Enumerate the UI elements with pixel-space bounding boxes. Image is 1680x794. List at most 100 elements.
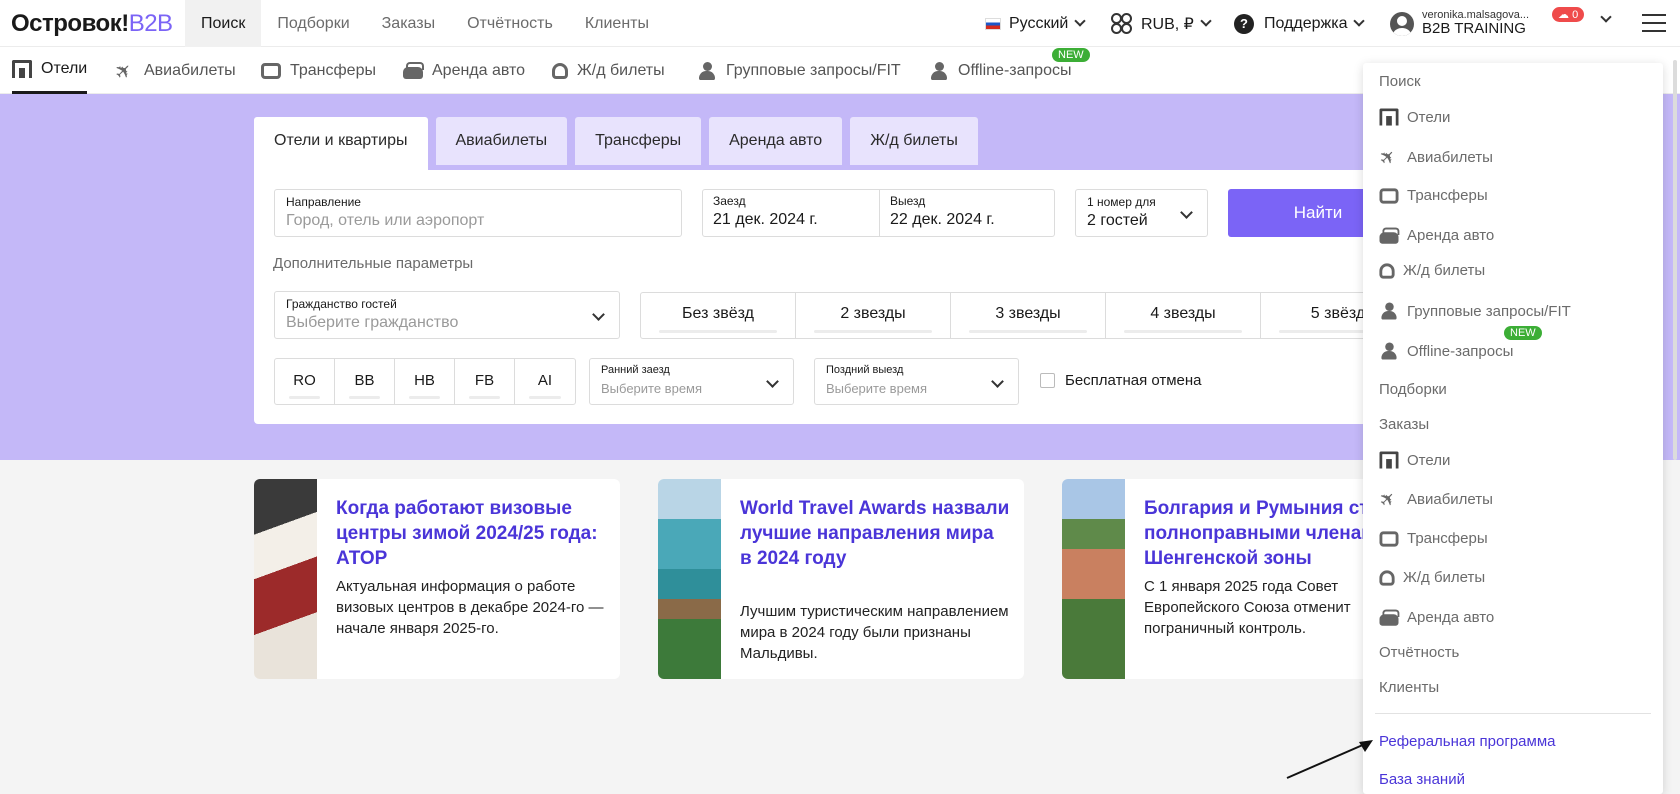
meal-bb[interactable]: BB: [335, 359, 395, 404]
subnav-trains[interactable]: Ж/д билеты: [552, 47, 665, 94]
currency-selector[interactable]: RUB, ₽: [1111, 0, 1212, 47]
stars-4[interactable]: 4 звезды: [1106, 293, 1261, 338]
menu-search-flights[interactable]: Авиабилеты: [1379, 148, 1493, 166]
subnav-group-requests[interactable]: Групповые запросы/FIT: [697, 47, 901, 94]
subnav-hotels[interactable]: Отели: [12, 47, 88, 94]
menu-search-car-rental[interactable]: Аренда авто: [1379, 227, 1494, 244]
checkout-field[interactable]: Выезд 22 дек. 2024 г.: [879, 189, 1055, 237]
chevron-down-icon: [1353, 15, 1366, 27]
article-title[interactable]: World Travel Awards назвали лучшие напра…: [740, 496, 1010, 571]
direction-label: Направление: [286, 195, 361, 209]
stars-none[interactable]: Без звёзд: [641, 293, 796, 338]
nav-reports[interactable]: Отчётность: [451, 0, 569, 47]
tab-flights[interactable]: Авиабилеты: [435, 117, 568, 165]
logo[interactable]: Островок!B2B: [11, 10, 173, 38]
new-badge: NEW: [1052, 48, 1090, 62]
subnav-transfers[interactable]: Трансферы: [261, 47, 376, 94]
early-checkin-select[interactable]: Ранний заезд Выберите время: [589, 358, 794, 405]
article-card[interactable]: Когда работают визовые центры зимой 2024…: [254, 479, 620, 679]
hamburger-menu-icon[interactable]: [1642, 14, 1666, 32]
menu-referral-link[interactable]: Реферальная программа: [1379, 733, 1555, 750]
stars-2[interactable]: 2 звезды: [796, 293, 951, 338]
hotel-icon: [12, 60, 32, 78]
menu-clients[interactable]: Клиенты: [1379, 679, 1439, 696]
checkin-field[interactable]: Заезд 21 дек. 2024 г.: [702, 189, 878, 237]
early-checkin-label: Ранний заезд: [601, 364, 670, 376]
meal-ai[interactable]: AI: [515, 359, 575, 404]
free-cancellation-label: Бесплатная отмена: [1065, 372, 1202, 389]
chevron-down-icon: [1200, 15, 1212, 27]
article-text: Актуальная информация о работе визовых ц…: [336, 578, 604, 637]
car-icon: [1379, 227, 1400, 244]
nav-collections[interactable]: Подборки: [261, 0, 365, 47]
menu-search-header[interactable]: Поиск: [1379, 73, 1421, 90]
guests-label: 1 номер для: [1087, 195, 1156, 209]
menu-orders-transfers[interactable]: Трансферы: [1379, 530, 1488, 547]
nav-orders[interactable]: Заказы: [366, 0, 451, 47]
menu-item-label: Авиабилеты: [1407, 148, 1493, 166]
new-badge: NEW: [1504, 326, 1542, 340]
stars-filter: Без звёзд 2 звезды 3 звезды 4 звезды 5 з…: [640, 292, 1417, 339]
car-icon: [403, 61, 424, 79]
tab-car-rental[interactable]: Аренда авто: [709, 117, 843, 165]
menu-orders-car-rental[interactable]: Аренда авто: [1379, 609, 1494, 626]
support-menu[interactable]: ? Поддержка: [1234, 0, 1366, 47]
menu-item-label: Отели: [1407, 451, 1451, 469]
menu-collections[interactable]: Подборки: [1379, 381, 1447, 398]
menu-item-label: Авиабилеты: [1407, 490, 1493, 508]
meal-hb[interactable]: HB: [395, 359, 455, 404]
user-menu[interactable]: veronika.malsagova... B2B TRAINING: [1390, 0, 1529, 47]
checkbox[interactable]: [1040, 373, 1055, 388]
search-tabs: Отели и квартиры Авиабилеты Трансферы Ар…: [254, 117, 986, 170]
article-image: [1062, 479, 1125, 679]
chevron-down-icon: [592, 308, 605, 321]
subnav-label: Аренда авто: [432, 61, 526, 79]
currency-label: RUB, ₽: [1141, 15, 1194, 33]
chevron-down-icon[interactable]: [1600, 11, 1612, 23]
tab-transfers[interactable]: Трансферы: [575, 117, 702, 165]
menu-orders-header[interactable]: Заказы: [1379, 416, 1429, 433]
subnav-car-rental[interactable]: Аренда авто: [403, 47, 525, 94]
citizenship-placeholder: Выберите гражданство: [286, 314, 459, 331]
language-selector[interactable]: Русский: [985, 0, 1087, 47]
subnav-offline-requests[interactable]: Offline-запросы: [929, 47, 1071, 94]
menu-item-label: Групповые запросы/FIT: [1407, 302, 1571, 320]
subnav-label: Групповые запросы/FIT: [726, 61, 901, 79]
checkin-label: Заезд: [713, 194, 746, 208]
menu-search-hotels[interactable]: Отели: [1379, 108, 1450, 126]
tab-trains[interactable]: Ж/д билеты: [850, 117, 978, 165]
help-icon: ?: [1234, 13, 1254, 34]
language-label: Русский: [1009, 14, 1069, 32]
citizenship-select[interactable]: Гражданство гостей Выберите гражданство: [274, 291, 620, 339]
subnav-flights[interactable]: Авиабилеты: [115, 47, 236, 94]
menu-orders-hotels[interactable]: Отели: [1379, 451, 1450, 469]
menu-search-trains[interactable]: Ж/д билеты: [1379, 262, 1485, 279]
chevron-down-icon: [1074, 15, 1087, 27]
plane-icon: [1380, 490, 1399, 507]
menu-orders-trains[interactable]: Ж/д билеты: [1379, 569, 1485, 586]
stars-3[interactable]: 3 звезды: [951, 293, 1106, 338]
menu-search-group[interactable]: Групповые запросы/FIT: [1379, 302, 1571, 320]
menu-reports[interactable]: Отчётность: [1379, 644, 1459, 661]
subnav-label: Offline-запросы: [958, 61, 1072, 79]
late-checkout-select[interactable]: Поздний выезд Выберите время: [814, 358, 1019, 405]
menu-knowledge-link[interactable]: База знаний: [1379, 771, 1465, 788]
guests-field[interactable]: 1 номер для 2 гостей: [1075, 189, 1208, 237]
logo-text: Островок!: [11, 10, 129, 37]
article-title[interactable]: Когда работают визовые центры зимой 2024…: [336, 496, 606, 571]
menu-orders-flights[interactable]: Авиабилеты: [1379, 490, 1493, 508]
article-card[interactable]: World Travel Awards назвали лучшие напра…: [658, 479, 1024, 679]
tab-hotels[interactable]: Отели и квартиры: [254, 117, 428, 170]
free-cancellation-toggle[interactable]: Бесплатная отмена: [1040, 372, 1202, 389]
meal-ro[interactable]: RO: [275, 359, 335, 404]
meal-fb[interactable]: FB: [455, 359, 515, 404]
menu-search-transfers[interactable]: Трансферы: [1379, 187, 1488, 204]
nav-clients[interactable]: Клиенты: [569, 0, 665, 47]
nav-search[interactable]: Поиск: [185, 0, 262, 47]
scrollbar[interactable]: [1673, 60, 1677, 460]
direction-field[interactable]: Направление Город, отель или аэропорт: [274, 189, 682, 237]
pointer-arrow: [1286, 740, 1373, 779]
notification-badge[interactable]: ☁ 0: [1552, 7, 1585, 22]
menu-search-offline[interactable]: Offline-запросы: [1379, 342, 1513, 360]
advanced-params-label[interactable]: Дополнительные параметры: [273, 255, 473, 272]
